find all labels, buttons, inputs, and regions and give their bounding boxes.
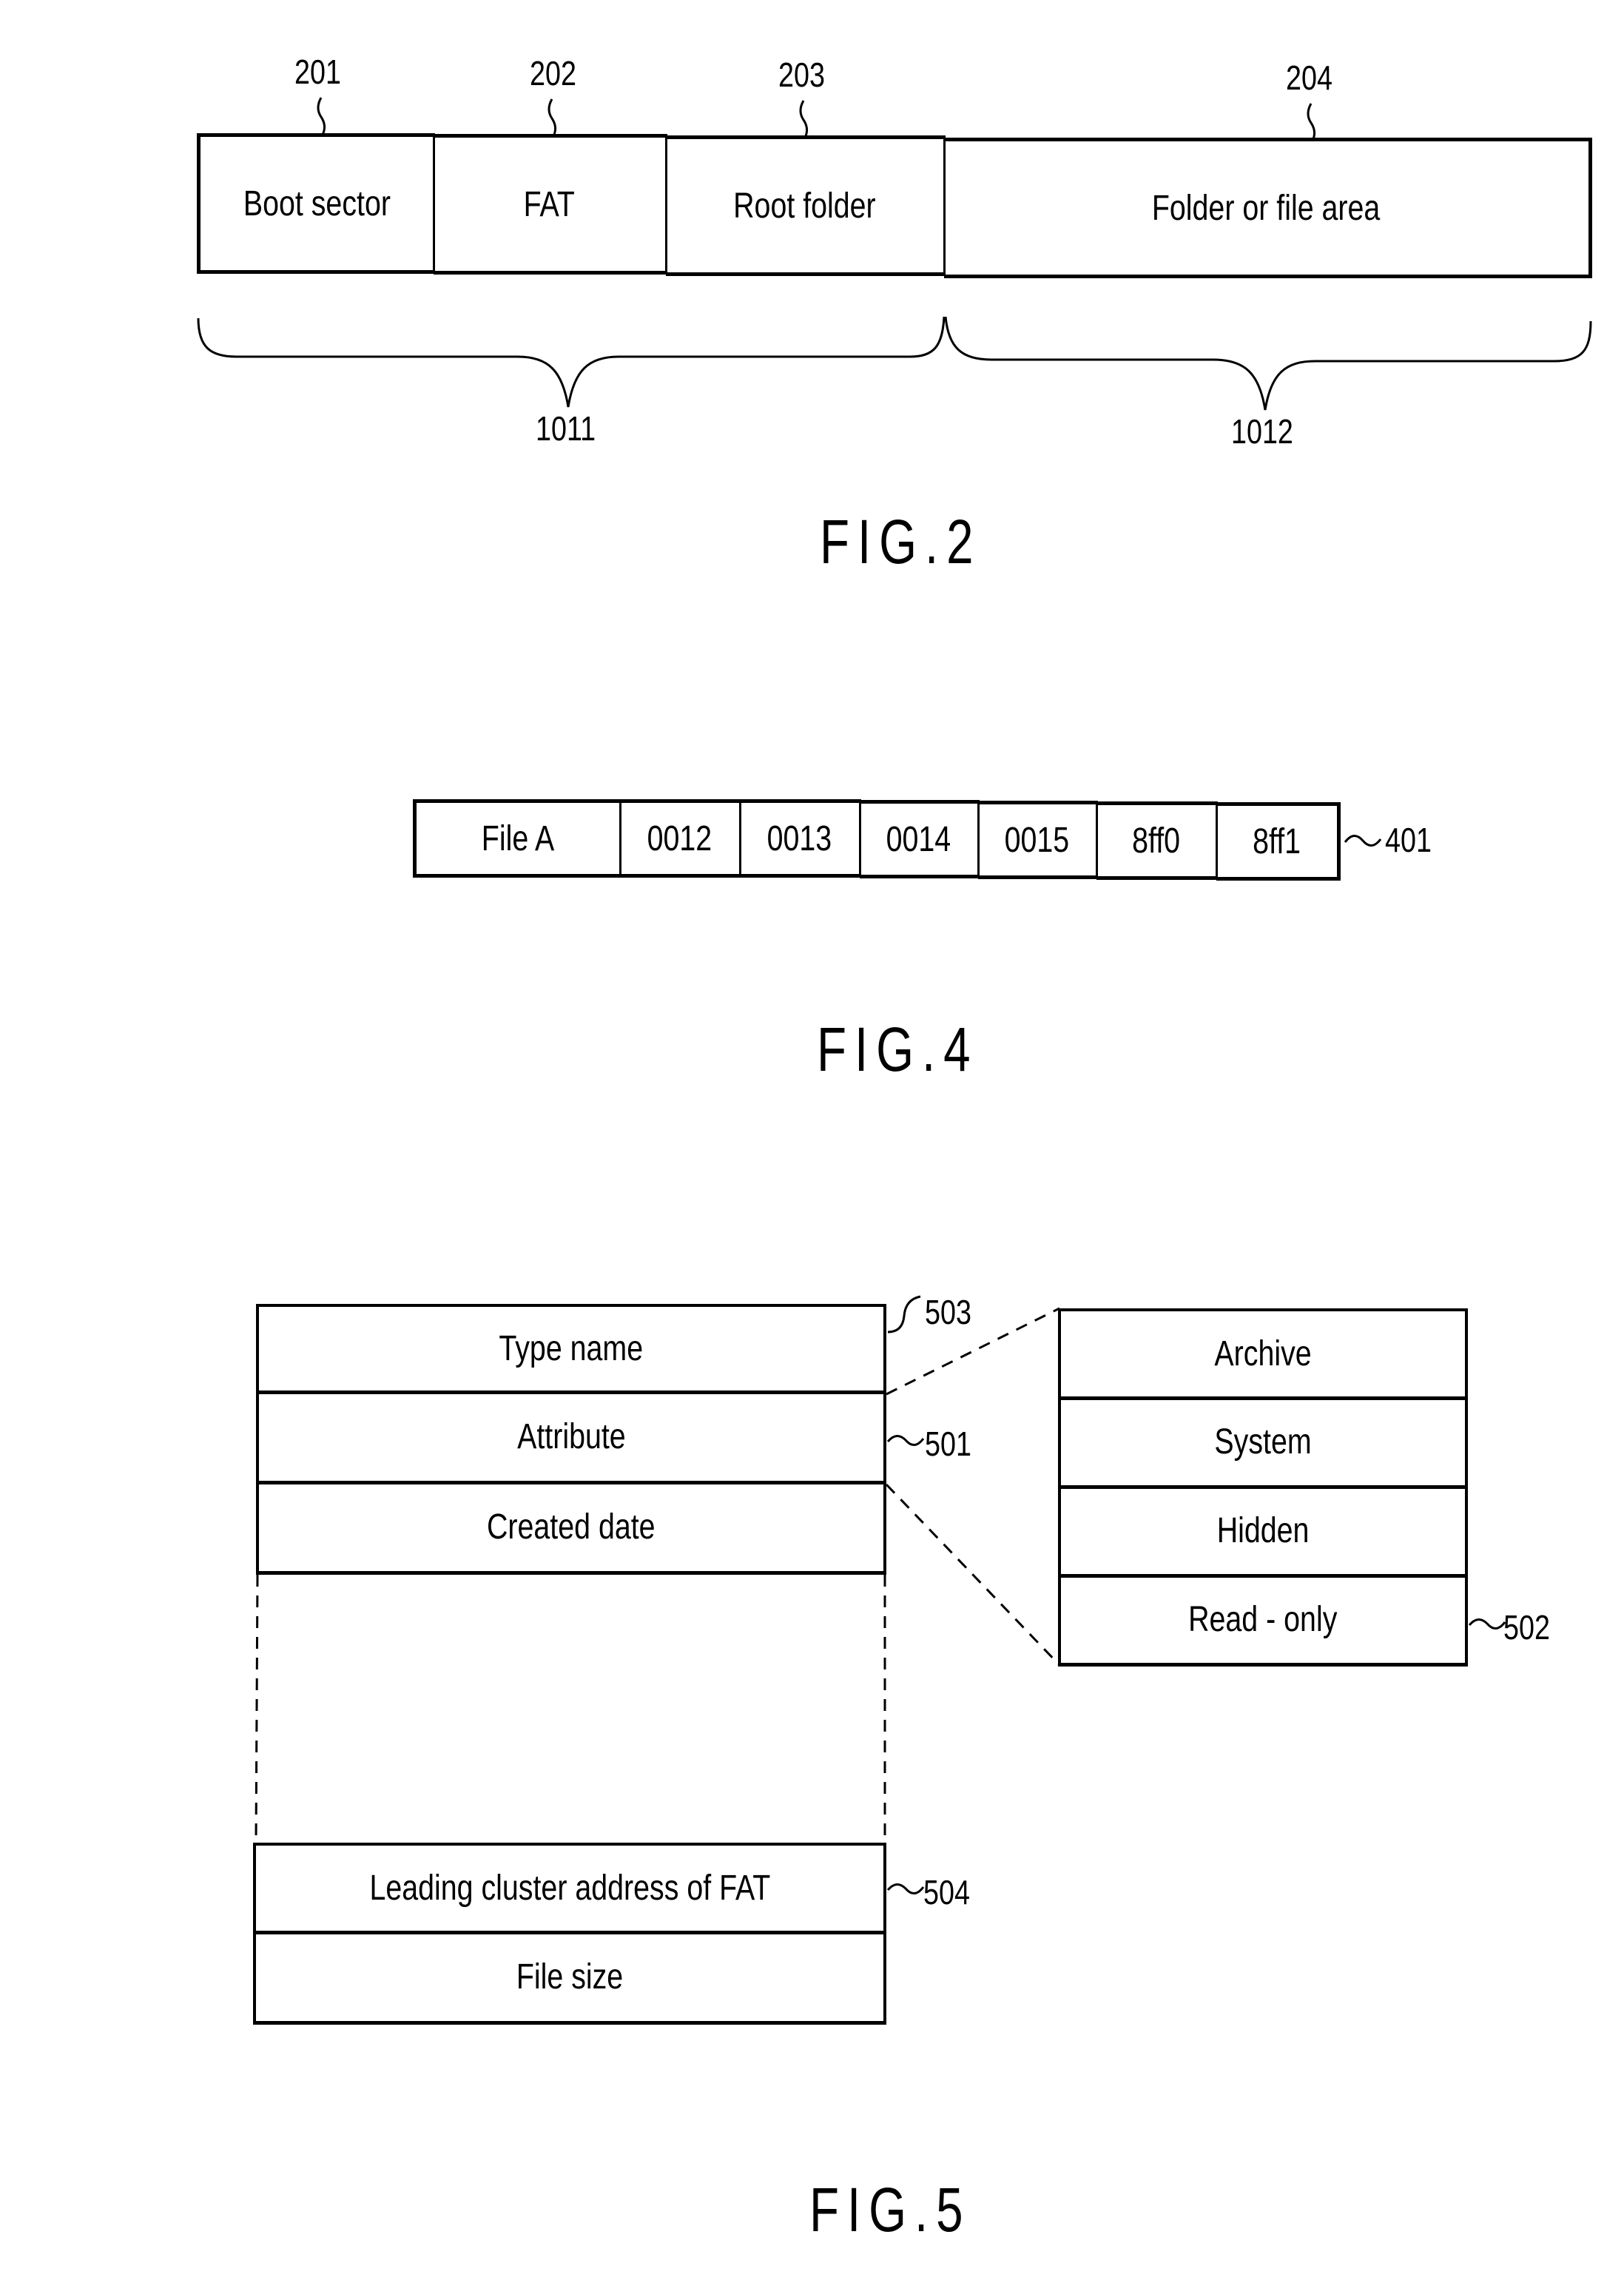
ref-401: 401 <box>1385 821 1432 859</box>
fat-entry: 0014 <box>860 800 980 878</box>
attribute-hidden: Hidden <box>1058 1487 1468 1578</box>
ref-502: 502 <box>1503 1608 1550 1647</box>
ref-1012: 1012 <box>1231 412 1293 451</box>
brace-1011 <box>197 316 946 408</box>
entry-label: 0012 <box>647 818 712 858</box>
leader-501 <box>886 1435 925 1446</box>
ref-203: 203 <box>778 56 825 94</box>
fig5-caption: FIG.5 <box>809 2175 971 2244</box>
fat-entry: 0013 <box>740 799 861 878</box>
ref-501: 501 <box>925 1425 971 1463</box>
fat-entry: 0015 <box>978 801 1098 879</box>
ref-201: 201 <box>294 53 341 91</box>
segment-folder-or-file-area: Folder or file area <box>944 138 1592 278</box>
segment-label: Root folder <box>733 186 876 226</box>
field-attribute: Attribute <box>256 1393 886 1484</box>
fat-entry: 0012 <box>620 799 741 878</box>
entry-label: File A <box>481 818 555 858</box>
field-leading-cluster-address: Leading cluster address of FAT <box>253 1843 886 1934</box>
leader-203 <box>799 100 809 138</box>
attribute-label: Hidden <box>1216 1511 1310 1550</box>
omitted-left <box>255 1574 259 1843</box>
fat-entry-file-name: File A <box>413 799 621 878</box>
fat-entry: 8ff1 <box>1216 802 1341 881</box>
field-type-name: Type name <box>256 1304 886 1394</box>
fig4-caption: FIG.4 <box>817 1015 979 1084</box>
attribute-label: System <box>1214 1422 1312 1462</box>
field-file-size: File size <box>253 1933 886 2025</box>
field-label: Leading cluster address of FAT <box>369 1869 770 1908</box>
connector-upper <box>886 1307 1060 1396</box>
ref-504: 504 <box>923 1873 970 1911</box>
ref-1011: 1011 <box>536 409 596 448</box>
segment-label: Folder or file area <box>1152 188 1381 228</box>
leader-401 <box>1344 835 1382 847</box>
entry-label: 8ff0 <box>1132 821 1180 861</box>
leader-504 <box>886 1883 925 1894</box>
attribute-archive: Archive <box>1058 1308 1468 1400</box>
field-label: File size <box>516 1957 624 1997</box>
attribute-label: Read - only <box>1188 1600 1338 1639</box>
attribute-system: System <box>1058 1399 1468 1489</box>
segment-label: Boot sector <box>243 184 391 223</box>
field-label: Type name <box>499 1329 644 1368</box>
field-created-date: Created date <box>256 1483 886 1575</box>
fat-entry: 8ff0 <box>1096 801 1218 880</box>
leader-502 <box>1468 1618 1506 1630</box>
field-label: Attribute <box>516 1417 626 1456</box>
segment-root-folder: Root folder <box>666 135 946 276</box>
segment-fat: FAT <box>434 134 667 275</box>
brace-1012 <box>944 316 1592 411</box>
segment-boot-sector: Boot sector <box>197 133 435 274</box>
entry-label: 0014 <box>886 819 951 859</box>
entry-label: 0015 <box>1004 820 1070 860</box>
fig2-caption: FIG.2 <box>820 507 982 576</box>
ref-202: 202 <box>530 54 576 93</box>
entry-label: 8ff1 <box>1253 821 1301 861</box>
ref-204: 204 <box>1286 58 1332 97</box>
attribute-label: Archive <box>1214 1334 1312 1373</box>
leader-201 <box>317 97 326 135</box>
segment-label: FAT <box>523 184 576 224</box>
leader-204 <box>1307 103 1316 141</box>
field-label: Created date <box>487 1507 656 1547</box>
leader-503 <box>887 1295 921 1334</box>
connector-lower <box>885 1483 1061 1667</box>
entry-label: 0013 <box>766 818 832 858</box>
attribute-read-only: Read - only <box>1058 1576 1468 1667</box>
ref-503: 503 <box>925 1293 971 1331</box>
leader-202 <box>547 98 557 137</box>
